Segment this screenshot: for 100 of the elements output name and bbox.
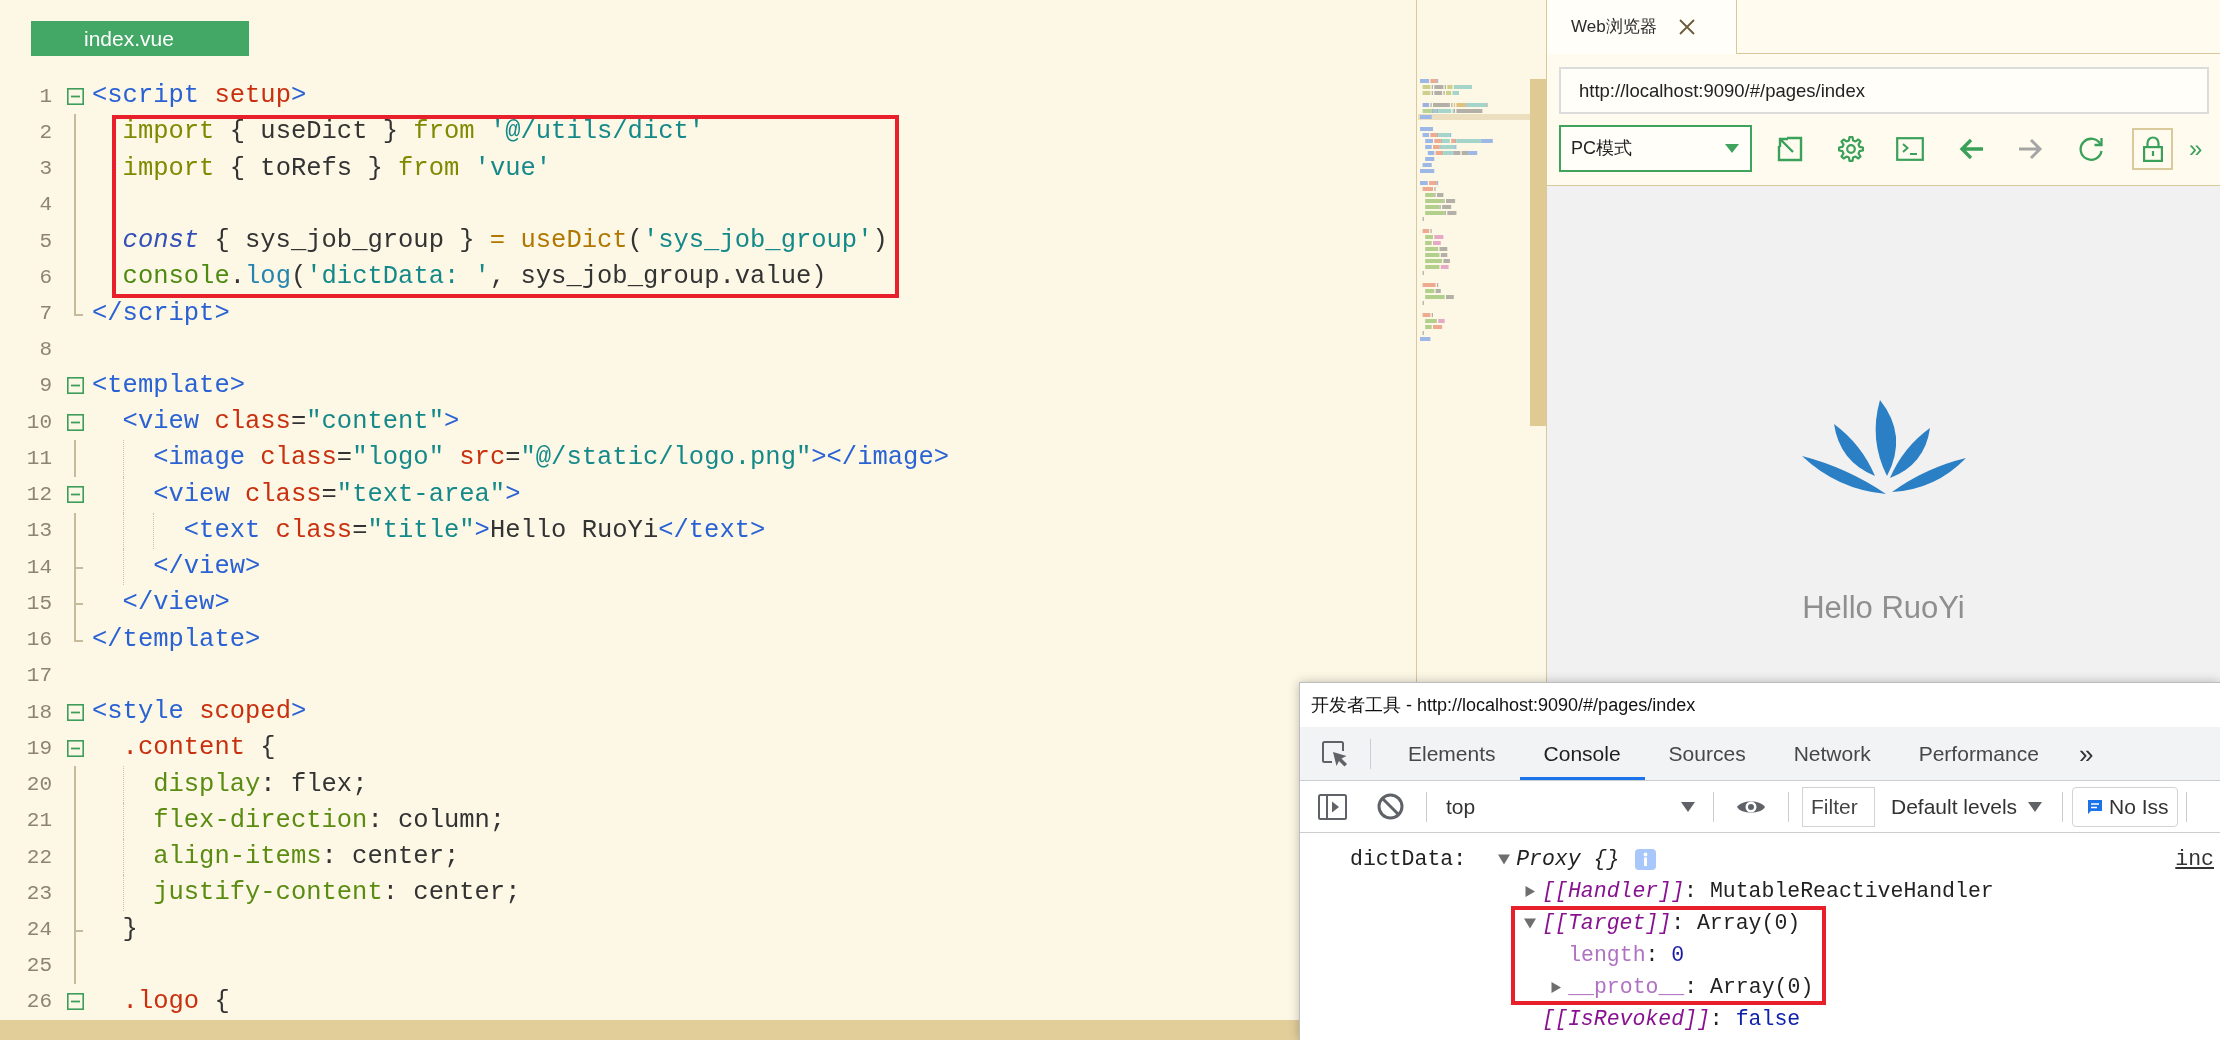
code-line: import { useDict } from '@/utils/dict'	[122, 116, 705, 149]
devtools-tab[interactable]: Console	[1519, 727, 1645, 780]
more-tabs-button[interactable]: »	[2078, 740, 2094, 767]
log-label: dictData:	[1350, 846, 1467, 873]
code-line: console.log('dictData: ', sys_job_group.value)	[122, 261, 827, 294]
browser-tab[interactable]: Web浏览器	[1547, 0, 1737, 54]
collapsed-triangle-icon[interactable]	[1550, 981, 1563, 993]
line-number: 3	[39, 158, 52, 180]
lock-icon	[2142, 135, 2163, 162]
expanded-triangle-icon[interactable]	[1524, 917, 1537, 929]
code-line: </script>	[92, 297, 230, 330]
code-line: <view class="text-area">	[153, 478, 521, 511]
back-arrow-icon[interactable]	[1958, 137, 1984, 160]
code-line: </view>	[122, 587, 230, 620]
code-line: }	[122, 913, 138, 946]
line-number: 13	[26, 520, 52, 542]
code-line: flex-direction: column;	[153, 804, 506, 837]
source-link[interactable]: inc	[2175, 843, 2214, 875]
devtools-tab[interactable]: Network	[1769, 727, 1895, 780]
close-icon[interactable]	[1678, 19, 1695, 35]
expanded-triangle-icon[interactable]	[1498, 853, 1511, 865]
context-select[interactable]: top	[1439, 786, 1705, 827]
code-line: <view class="content">	[122, 406, 460, 439]
devtools-tab[interactable]: Sources	[1644, 727, 1770, 780]
line-number: 8	[39, 339, 52, 361]
code-line: align-items: center;	[153, 841, 460, 874]
window-title: 开发者工具 - http://localhost:9090/#/pages/index	[1311, 693, 1696, 717]
devtools-tab[interactable]: Performance	[1894, 727, 2063, 780]
code-line: const { sys_job_group } = useDict('sys_job_group')	[122, 225, 888, 258]
line-number: 10	[26, 411, 52, 433]
block-icon[interactable]	[1377, 793, 1404, 820]
horizontal-scrollbar[interactable]	[0, 1020, 1299, 1040]
code-line: </template>	[92, 623, 261, 656]
line-number: 20	[26, 774, 52, 796]
line-number: 5	[39, 230, 52, 252]
collapse-icon[interactable]	[66, 739, 84, 757]
sidebar-toggle-icon[interactable]	[1318, 793, 1347, 820]
line-number: 12	[26, 484, 52, 506]
property-entry: [[Handler]]: MutableReactiveHandler	[1542, 877, 1994, 905]
info-icon[interactable]	[1635, 848, 1657, 870]
levels-dropdown[interactable]: Default levels	[1891, 786, 2043, 827]
collapse-icon[interactable]	[66, 703, 84, 721]
property-entry: [[IsRevoked]]: false	[1542, 1005, 1801, 1033]
line-number: 24	[26, 919, 52, 940]
line-number: 26	[26, 991, 52, 1013]
issues-button[interactable]: No Iss	[2072, 786, 2179, 827]
collapse-icon[interactable]	[66, 413, 84, 431]
line-number: 14	[26, 556, 52, 578]
line-number: 11	[26, 447, 52, 469]
refresh-icon[interactable]	[2078, 135, 2104, 162]
line-number: 2	[39, 121, 52, 143]
lock-button[interactable]	[2132, 127, 2173, 170]
filter-field[interactable]: Filter	[1802, 786, 1875, 827]
line-number: 7	[39, 303, 52, 324]
collapse-icon[interactable]	[66, 87, 84, 105]
message-icon	[2087, 798, 2104, 815]
line-number: 16	[26, 629, 52, 651]
devtools-tab[interactable]: Elements	[1384, 727, 1520, 780]
collapse-icon[interactable]	[66, 993, 84, 1011]
gear-icon[interactable]	[1838, 135, 1864, 162]
collapse-icon[interactable]	[66, 486, 84, 504]
property-entry: length: 0	[1568, 941, 1685, 969]
caret-icon	[1681, 801, 1695, 812]
terminal-icon[interactable]	[1896, 136, 1924, 161]
line-number: 18	[26, 701, 52, 723]
line-number: 22	[26, 846, 52, 868]
expand-icon[interactable]	[1777, 135, 1803, 162]
object-preview: Proxy {}	[1516, 845, 1620, 873]
line-number: 17	[26, 665, 52, 687]
caret-icon	[1725, 144, 1739, 153]
collapse-icon[interactable]	[66, 377, 84, 395]
page-title: Hello RuoYi	[1802, 589, 1965, 627]
device-mode-select[interactable]: PC模式	[1559, 125, 1752, 172]
collapsed-triangle-icon[interactable]	[1524, 885, 1537, 897]
code-line: <style scoped>	[92, 696, 307, 729]
line-number: 21	[26, 810, 52, 832]
line-number: 4	[39, 194, 52, 216]
property-entry: [[Target]]: Array(0)	[1542, 909, 1801, 937]
line-number: 15	[26, 592, 52, 614]
code-line: justify-content: center;	[153, 877, 521, 910]
code-line: <script setup>	[92, 80, 307, 113]
caret-icon	[2028, 801, 2043, 812]
code-line: <template>	[92, 370, 246, 402]
code-line: import { toRefs } from 'vue'	[122, 152, 552, 185]
line-number: 23	[26, 882, 52, 904]
property-entry: __proto__: Array(0)	[1568, 973, 1814, 1001]
line-number: 1	[39, 85, 52, 107]
line-number: 6	[39, 266, 52, 288]
line-number: 9	[39, 375, 52, 397]
vertical-scrollbar[interactable]	[1530, 79, 1546, 426]
line-number: 25	[26, 955, 52, 977]
code-line: .content {	[122, 732, 276, 765]
address-field[interactable]: http://localhost:9090/#/pages/index	[1559, 67, 2209, 114]
code-line: .logo {	[122, 985, 230, 1018]
code-line: <text class="title">Hello RuoYi</text>	[183, 514, 766, 547]
line-number: 19	[26, 737, 52, 759]
code-line: </view>	[153, 551, 261, 584]
inspect-icon[interactable]	[1321, 740, 1348, 767]
code-line: display: flex;	[153, 768, 368, 801]
code-line: <image class="logo" src="@/static/logo.png"></image>	[153, 442, 949, 475]
